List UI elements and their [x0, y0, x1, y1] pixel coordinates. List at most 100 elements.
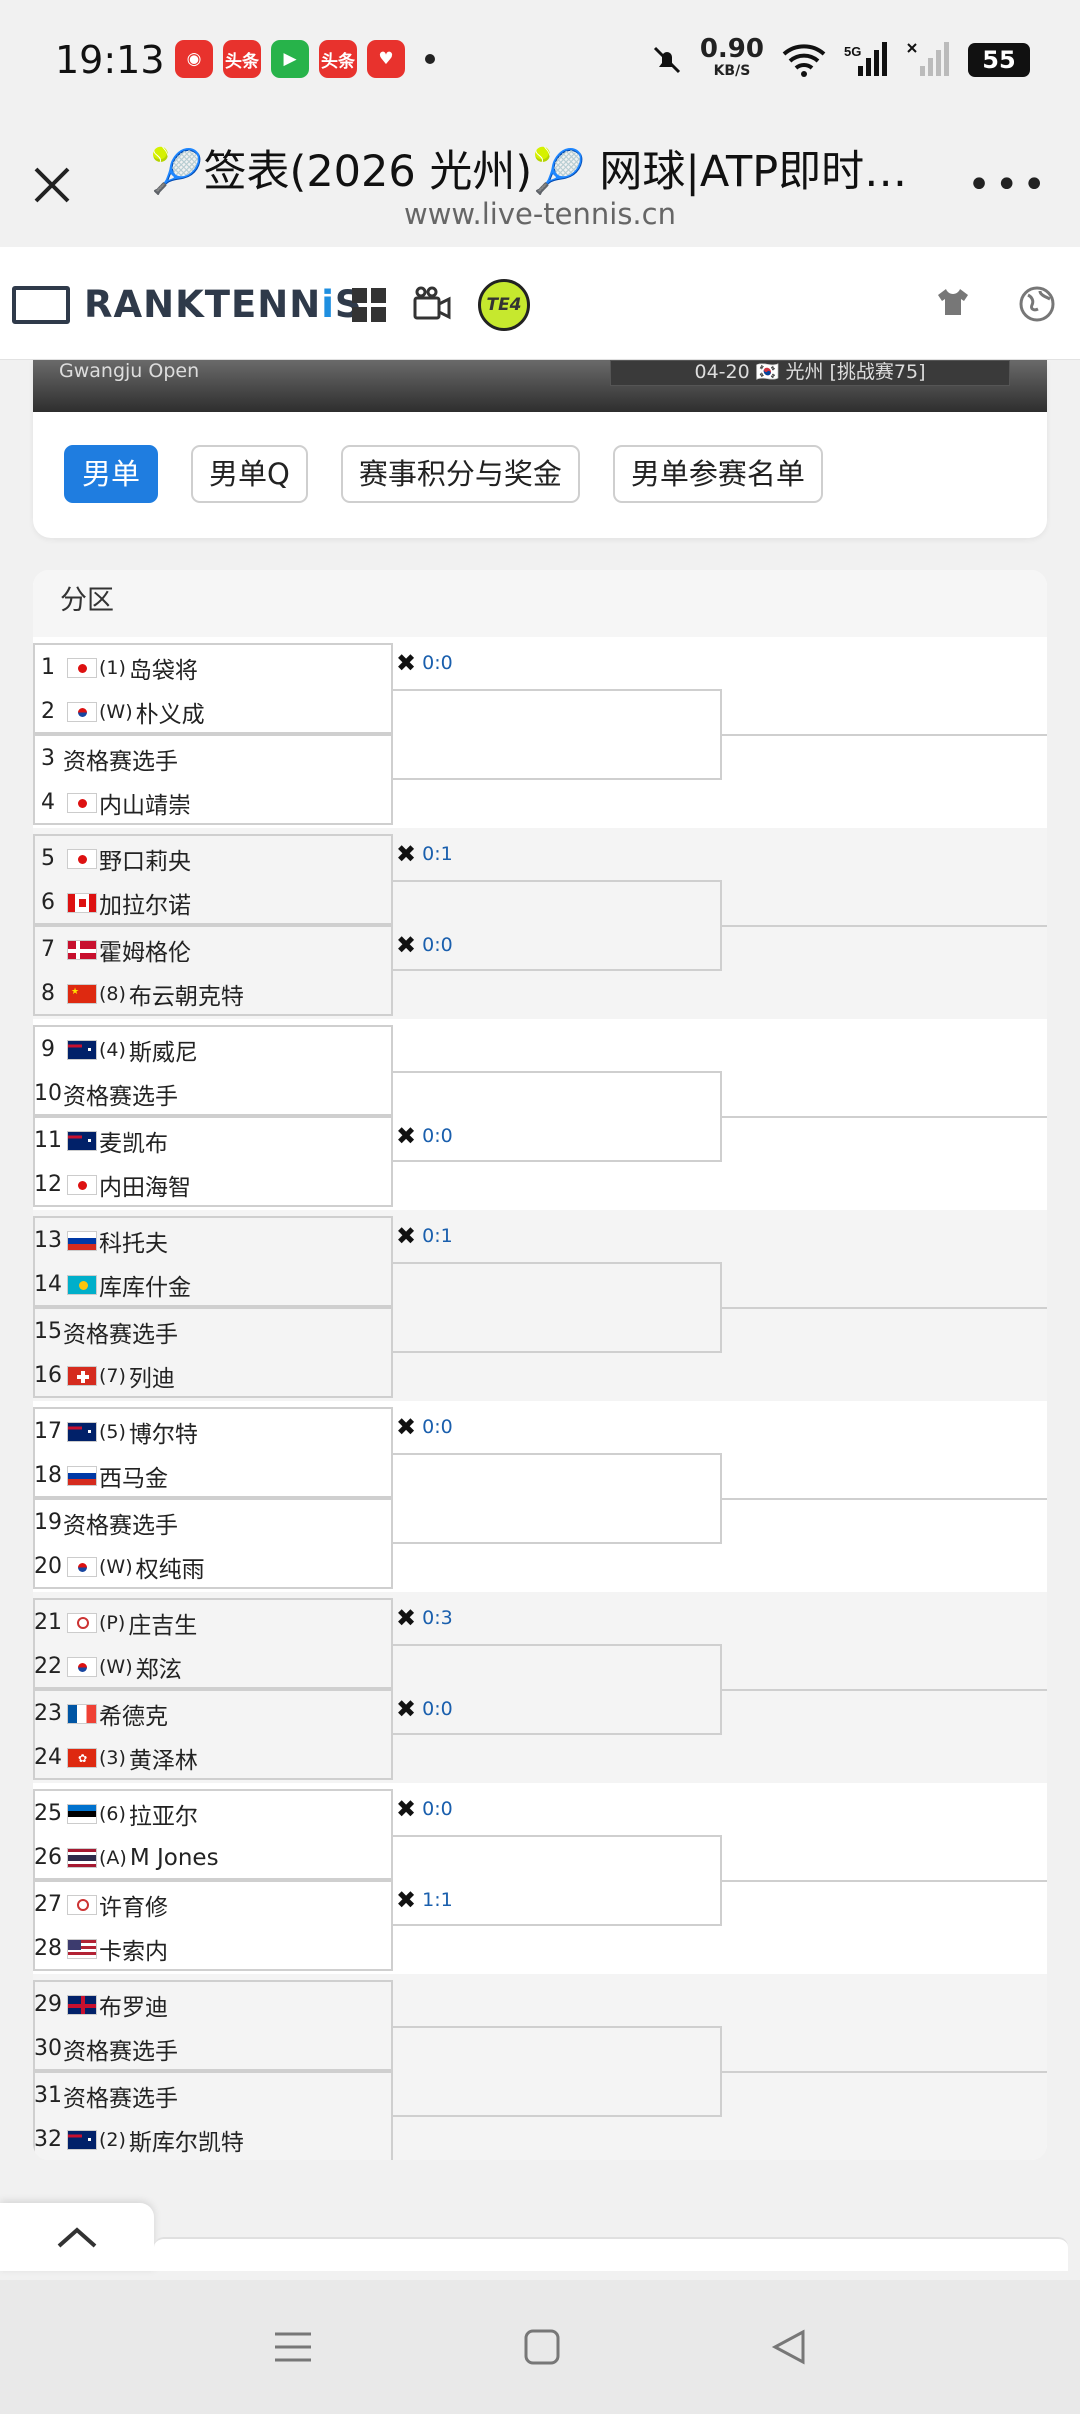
draw-tabs: 男单 男单Q 赛事积分与奖金 男单参赛名单: [64, 445, 823, 503]
h2h-score-value: 0:0: [422, 1416, 453, 1438]
draw-position: 12: [34, 1172, 62, 1197]
player-row[interactable]: 6 加拉尔诺: [33, 880, 393, 925]
player-row[interactable]: 23 希德克: [33, 1691, 393, 1736]
second-round-slot: [393, 880, 722, 971]
player-name: 内田海智: [99, 1174, 191, 1201]
flag-jp-icon: [67, 657, 97, 678]
network-speed: 0.90 KB/S: [700, 36, 764, 82]
player-name: 资格赛选手: [63, 1321, 178, 1348]
player-name: 卡索内: [99, 1938, 168, 1965]
player-name: 西马金: [99, 1465, 168, 1492]
flag-ru-icon: [67, 1465, 97, 1486]
grid-menu-icon[interactable]: [352, 288, 386, 322]
draw-position: 7: [41, 937, 55, 962]
bracket-line: [722, 734, 1047, 736]
bracket-line: [722, 2071, 1047, 2073]
player-row[interactable]: 20 (W) 权纯雨: [33, 1544, 393, 1589]
draw-section: 25 (6) 拉亚尔 26 (A) M Jones 27 许育修 28 卡索内 ✖ 0:0 ✖ 1:1: [33, 1783, 1047, 1974]
more-menu-icon[interactable]: •••: [967, 165, 1050, 205]
draw-position: 29: [34, 1992, 62, 2017]
player-row[interactable]: 7 霍姆格伦: [33, 927, 393, 972]
player-row[interactable]: 2 (W) 朴义成: [33, 689, 393, 734]
h2h-score[interactable]: ✖ 0:0: [396, 649, 453, 677]
tournament-info: 04-20 🇰🇷 光州 [挑战赛75]: [610, 360, 1010, 386]
player-row[interactable]: 9 (4) 斯威尼: [33, 1027, 393, 1072]
flag-jp-icon: [67, 1174, 97, 1195]
h2h-score[interactable]: ✖ 0:1: [396, 1222, 453, 1250]
flag-au-icon: [67, 1421, 97, 1442]
tab-points-prize[interactable]: 赛事积分与奖金: [340, 445, 580, 503]
shirt-icon[interactable]: [936, 285, 970, 319]
site-logo[interactable]: RANKTENNiS: [12, 283, 363, 326]
heart-app-icon: ♥: [367, 40, 405, 78]
player-row[interactable]: 8 ★ (8) 布云朝克特: [33, 971, 393, 1016]
draw-section: 29 布罗迪 30 资格赛选手 31 资格赛选手 32 (2) 斯库尔凯特: [33, 1974, 1047, 2160]
player-row[interactable]: 29 布罗迪: [33, 1982, 393, 2027]
draw-position: 2: [41, 699, 55, 724]
player-seed: (1): [99, 656, 126, 679]
tab-entry-list[interactable]: 男单参赛名单: [612, 445, 823, 503]
home-square-icon[interactable]: [523, 2328, 561, 2366]
player-row[interactable]: 3 资格赛选手: [33, 736, 393, 781]
te4-badge-icon[interactable]: TE4: [478, 279, 530, 331]
logo-box-icon: [12, 285, 70, 324]
player-row[interactable]: 27 许育修: [33, 1882, 393, 1927]
tab-mens-singles[interactable]: 男单: [64, 445, 159, 503]
player-name: 庄吉生: [128, 1612, 198, 1639]
svg-text:5G: 5G: [844, 44, 861, 59]
player-row[interactable]: 22 (W) 郑泫: [33, 1644, 393, 1689]
player-seed: (4): [99, 1038, 126, 1061]
draw-position: 21: [34, 1610, 62, 1635]
h2h-icon: ✖: [396, 649, 417, 677]
player-row[interactable]: 18 西马金: [33, 1453, 393, 1498]
player-row[interactable]: 4 内山靖崇: [33, 780, 393, 825]
player-row[interactable]: 30 资格赛选手: [33, 2026, 393, 2071]
back-triangle-icon[interactable]: [771, 2328, 807, 2366]
player-row[interactable]: 32 (2) 斯库尔凯特: [33, 2117, 393, 2160]
player-name: 岛袋将: [128, 657, 198, 684]
flag-hk-icon: ✿: [67, 1747, 97, 1768]
player-row[interactable]: 21 (P) 庄吉生: [33, 1600, 393, 1645]
signal-5g-icon: 5G: [844, 42, 887, 76]
bracket-line: [722, 1689, 1047, 1691]
player-row[interactable]: 28 卡索内: [33, 1926, 393, 1971]
player-row[interactable]: 17 (5) 博尔特: [33, 1409, 393, 1454]
globe-icon[interactable]: [1018, 285, 1056, 323]
h2h-score[interactable]: ✖ 0:0: [396, 1413, 453, 1441]
player-row[interactable]: 15 资格赛选手: [33, 1309, 393, 1354]
menu-icon[interactable]: [273, 2330, 313, 2364]
player-row[interactable]: 19 资格赛选手: [33, 1500, 393, 1545]
h2h-score[interactable]: ✖ 0:1: [396, 840, 453, 868]
player-row[interactable]: 1 (1) 岛袋将: [33, 645, 393, 690]
player-seed: (W): [99, 1655, 133, 1678]
mute-bell-icon: [653, 46, 680, 74]
back-to-top-button[interactable]: [0, 2203, 154, 2271]
player-row[interactable]: 10 资格赛选手: [33, 1071, 393, 1116]
player-row[interactable]: 16 (7) 列迪: [33, 1353, 393, 1398]
player-row[interactable]: 25 (6) 拉亚尔: [33, 1791, 393, 1836]
player-row[interactable]: 5 野口莉央: [33, 836, 393, 881]
draw-position: 16: [34, 1363, 62, 1388]
system-nav-bar: [0, 2280, 1080, 2414]
player-row[interactable]: 13 科托夫: [33, 1218, 393, 1263]
h2h-score[interactable]: ✖ 0:0: [396, 1795, 453, 1823]
draw-position: 14: [34, 1272, 62, 1297]
h2h-score[interactable]: ✖ 0:3: [396, 1604, 453, 1632]
draw-section: 13 科托夫 14 库库什金 15 资格赛选手 16 (7) 列迪 ✖ 0:1: [33, 1210, 1047, 1401]
player-seed: (P): [99, 1611, 126, 1634]
draw-position: 6: [41, 890, 55, 915]
player-row[interactable]: 12 内田海智: [33, 1162, 393, 1207]
player-seed: (3): [99, 1746, 126, 1769]
player-row[interactable]: 24 ✿ (3) 黄泽林: [33, 1735, 393, 1780]
player-row[interactable]: 14 库库什金: [33, 1262, 393, 1307]
toutiao-label-2: 头条: [321, 51, 355, 72]
player-row[interactable]: 26 (A) M Jones: [33, 1835, 393, 1880]
flag-fr-icon: [67, 1703, 97, 1724]
player-row[interactable]: 11 麦凯布: [33, 1118, 393, 1163]
player-name: 朴义成: [135, 701, 205, 728]
video-camera-icon[interactable]: [412, 286, 452, 324]
draw-position: 26: [34, 1845, 62, 1870]
tab-mens-qualifying[interactable]: 男单Q: [191, 445, 308, 503]
player-seed: (W): [99, 700, 133, 723]
player-row[interactable]: 31 资格赛选手: [33, 2073, 393, 2118]
